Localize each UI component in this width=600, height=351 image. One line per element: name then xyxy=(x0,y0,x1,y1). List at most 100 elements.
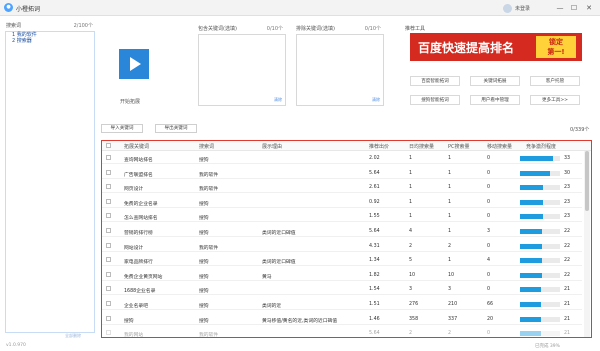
competition-bar-fill xyxy=(520,170,550,176)
table-row[interactable]: 免费的企业名录 搜狗 0.92 1 1 0 23 xyxy=(102,197,582,208)
row-checkbox[interactable] xyxy=(106,286,111,292)
row-checkbox[interactable] xyxy=(106,228,111,233)
cell-mobile: 0 xyxy=(487,170,491,176)
tool-button-keyword[interactable]: 关键词拓展 xyxy=(470,76,520,86)
competition-value: 21 xyxy=(564,287,571,293)
delete-all-link[interactable]: 全部删除 xyxy=(65,333,81,339)
cell-kw: 免费企业黄页网站 xyxy=(124,274,163,280)
search-word-title: 搜索词 xyxy=(6,23,22,29)
include-clear-link[interactable]: 清除 xyxy=(274,97,282,103)
cell-bid: 1.55 xyxy=(369,214,380,220)
competition-bar-fill xyxy=(520,214,543,220)
competition-value: 23 xyxy=(564,199,571,205)
table-row[interactable]: 1688企业名录 搜狗 1.54 3 3 0 21 xyxy=(102,284,582,296)
column-header[interactable]: PC搜索量 xyxy=(448,143,470,150)
cell-kw: 查询网站排名 xyxy=(124,158,153,163)
table-row[interactable]: 营销的排行榜 搜狗 类词的近口碑值 5.64 4 1 3 22 xyxy=(102,226,582,237)
table-row[interactable]: 网站设计 我的软件 4.31 2 2 0 22 xyxy=(102,241,582,252)
cell-bid: 5.64 xyxy=(369,331,380,337)
competition-value: 22 xyxy=(564,272,571,278)
table-row[interactable]: 家电品牌排行 搜狗 类词的近口碑值 1.34 5 1 4 22 xyxy=(102,255,582,267)
import-button[interactable]: 导入关键词 xyxy=(101,124,143,133)
result-table: 拓展关键词 搜索词 展示理由 推荐出价 日均搜索量 PC搜索量 移动搜索量 竞争… xyxy=(101,140,592,338)
cell-mobile: 0 xyxy=(487,214,491,220)
maximize-button[interactable]: ☐ xyxy=(569,3,579,13)
table-row[interactable]: 企业名录吧 搜狗 类词的近 1.51 276 210 66 21 xyxy=(102,299,582,310)
cell-daily: 4 xyxy=(409,229,413,234)
tool-button-manage[interactable]: 用户看中管理 xyxy=(470,95,520,105)
app-title: 小橙拓词 xyxy=(16,6,41,13)
column-header[interactable]: 推荐出价 xyxy=(369,143,389,150)
cell-bid: 2.02 xyxy=(369,156,380,161)
avatar[interactable] xyxy=(503,3,512,13)
start-label[interactable]: 开始拓展 xyxy=(120,98,140,105)
exclude-keyword-input[interactable]: 清除 xyxy=(296,34,384,106)
play-icon[interactable] xyxy=(119,49,149,79)
vertical-scrollbar[interactable] xyxy=(584,151,590,337)
banner-badge: 锁定 第一! xyxy=(536,36,576,58)
cell-pc: 2 xyxy=(448,243,452,249)
row-checkbox[interactable] xyxy=(106,315,111,321)
column-header[interactable]: 搜索词 xyxy=(199,143,214,150)
cell-kw: 网站设计 xyxy=(124,245,144,251)
competition-value: 21 xyxy=(564,302,571,307)
tool-button-baidu[interactable]: 百度智能拓词 xyxy=(410,76,460,86)
competition-value: 33 xyxy=(564,156,571,161)
table-row[interactable]: 广告联盟排名 我的软件 5.64 1 1 0 30 xyxy=(102,168,582,179)
column-header[interactable]: 拓展关键词 xyxy=(124,143,149,150)
row-checkbox[interactable] xyxy=(106,155,111,160)
scrollbar-thumb[interactable] xyxy=(585,151,589,211)
row-checkbox[interactable] xyxy=(106,257,111,263)
row-checkbox[interactable] xyxy=(106,198,111,204)
table-row[interactable]: 搜狗 搜狗 黄马移值/黄名的近,类词的近口碑值 1.46 358 337 20 21 xyxy=(102,314,582,325)
row-checkbox[interactable] xyxy=(106,301,111,306)
competition-bar xyxy=(520,316,560,322)
column-header[interactable]: 日均搜索量 xyxy=(409,143,434,150)
row-checkbox[interactable] xyxy=(106,330,111,336)
minimize-button[interactable]: — xyxy=(555,3,565,13)
include-keyword-input[interactable]: 清除 xyxy=(198,34,286,106)
search-word-item[interactable]: 2 搜索器 xyxy=(6,38,94,44)
cell-pc: 1 xyxy=(448,185,452,191)
row-checkbox[interactable] xyxy=(106,242,111,248)
badge-line: 锁定 xyxy=(549,38,563,46)
tools-title: 推荐工具 xyxy=(405,26,426,32)
table-row[interactable]: 网页设计 我的软件 2.61 1 1 0 23 xyxy=(102,182,582,194)
search-word-count: 2/100个 xyxy=(73,23,93,29)
table-row[interactable]: 查询网站排名 搜狗 2.02 1 1 0 33 xyxy=(102,153,582,164)
competition-value: 22 xyxy=(564,229,571,234)
exclude-clear-link[interactable]: 清除 xyxy=(372,97,380,103)
cell-kw: 家电品牌排行 xyxy=(124,260,153,266)
export-button[interactable]: 导出关键词 xyxy=(155,124,197,133)
cell-bid: 1.54 xyxy=(369,287,380,293)
user-area[interactable]: 未登录 xyxy=(503,3,530,13)
cell-src: 搜狗 xyxy=(199,216,209,222)
column-header[interactable]: 移动搜索量 xyxy=(487,143,512,150)
row-checkbox[interactable] xyxy=(106,184,111,190)
table-row[interactable]: 怎么查网站排名 搜狗 1.55 1 1 0 23 xyxy=(102,211,582,223)
table-row[interactable]: 免费企业黄页网站 搜狗 黄马 1.82 10 10 0 22 xyxy=(102,270,582,281)
cell-src: 搜狗 xyxy=(199,289,209,295)
tool-button-hosting[interactable]: 客户托管 xyxy=(530,76,580,86)
competition-bar-fill xyxy=(520,331,541,337)
tool-button-sogou[interactable]: 搜狗智能拓词 xyxy=(410,95,460,105)
cell-daily: 2 xyxy=(409,243,413,249)
row-checkbox[interactable] xyxy=(106,213,111,219)
search-word-list[interactable]: 1 我的软件 2 搜索器 xyxy=(5,31,95,333)
competition-value: 21 xyxy=(564,316,571,322)
cell-src: 搜狗 xyxy=(199,158,209,163)
row-checkbox[interactable] xyxy=(106,271,111,277)
cell-mobile: 3 xyxy=(487,229,491,234)
login-status[interactable]: 未登录 xyxy=(515,5,530,12)
tool-button-more[interactable]: 更多工具>> xyxy=(530,95,580,105)
column-header[interactable]: 展示理由 xyxy=(262,143,282,150)
row-checkbox[interactable] xyxy=(106,169,111,175)
promo-banner[interactable]: 百度快速提高排名 锁定 第一! xyxy=(410,33,582,61)
table-row[interactable]: 我的网站 我的软件 5.64 2 2 0 21 xyxy=(102,328,582,337)
close-button[interactable]: ✕ xyxy=(584,3,594,13)
cell-reason: 类词的近口碑值 xyxy=(262,231,296,236)
column-header[interactable]: 竞争激烈程度 xyxy=(526,143,556,150)
competition-bar-fill xyxy=(520,272,542,278)
select-all-checkbox[interactable] xyxy=(106,143,111,148)
cell-kw: 怎么查网站排名 xyxy=(124,216,158,222)
